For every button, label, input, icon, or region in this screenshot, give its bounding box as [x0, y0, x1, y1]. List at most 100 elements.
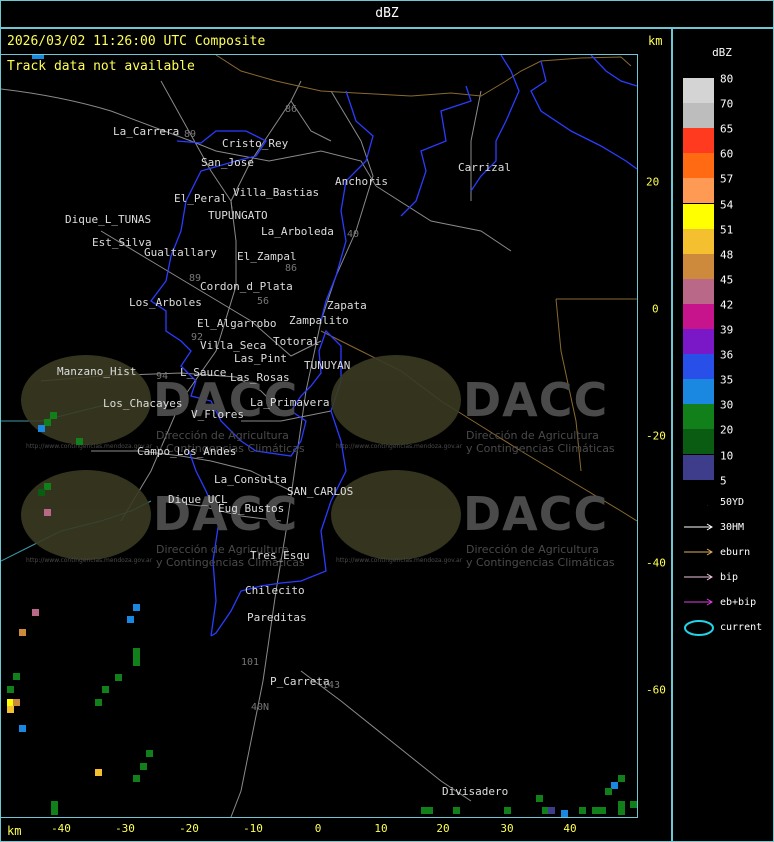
x-tick-label: 0 [314, 822, 322, 835]
radar-echo-cell [76, 438, 83, 445]
legend-swatch [683, 354, 714, 380]
legend-level-label: 60 [720, 147, 734, 161]
radar-echo-cell [32, 609, 39, 616]
town-label: TUPUNGATO [208, 209, 268, 222]
town-label: Totoral [273, 335, 320, 348]
watermark-url: http://www.contingencias.mendoza.gov.ar [336, 443, 463, 450]
y-tick-label: 0 [652, 302, 659, 316]
route-number: 40N [251, 702, 270, 713]
watermark-brand: DACC [463, 373, 609, 427]
radar-echo-cell [7, 686, 14, 693]
route-number: 101 [241, 657, 260, 668]
track-label: eburn [720, 547, 751, 558]
town-label: Gualtallary [144, 246, 217, 259]
town-label: Cordon_d_Plata [200, 280, 293, 293]
x-tick-label: -20 [179, 822, 199, 835]
legend-level-label: 35 [720, 373, 734, 387]
radar-echo-cell [44, 483, 51, 490]
town-label: Los_Arboles [129, 296, 202, 309]
y-tick-label: 20 [646, 175, 660, 189]
town-label: Las_Rosas [230, 371, 290, 384]
radar-echo-cell [102, 686, 109, 693]
current-ellipse-icon [684, 619, 716, 640]
radar-echo-cell [19, 725, 26, 732]
town-label: Divisadero [442, 785, 509, 798]
legend-swatch [683, 479, 714, 505]
y-tick-label: -20 [646, 429, 666, 443]
x-tick-label: -10 [243, 822, 263, 835]
town-label: SAN_CARLOS [287, 485, 354, 498]
legend-level-label: 5 [720, 474, 727, 488]
product-title: dBZ [375, 6, 399, 21]
y-tick-label: -60 [646, 683, 666, 697]
track-arrow-icon [684, 598, 714, 609]
legend-swatch [683, 228, 714, 254]
town-label: El_Algarrobo [197, 317, 277, 330]
watermark-line1: Dirección de Agricultura [466, 429, 599, 442]
track-arrow-icon [684, 573, 714, 584]
town-label: Zampalito [289, 314, 349, 327]
town-label: L_Sauce [180, 366, 227, 379]
legend-level-label: 70 [720, 97, 734, 111]
town-label: La_Primavera [250, 396, 330, 409]
town-label: Villa_Seca [200, 339, 267, 352]
town-label: Villa_Bastias [233, 186, 320, 199]
radar-echo-cell [32, 55, 44, 59]
legend-swatch [683, 203, 714, 229]
radar-echo-cell [133, 604, 140, 611]
route-number: 86 [285, 263, 298, 274]
legend-level-label: 65 [720, 122, 734, 136]
legend-swatch [683, 429, 714, 455]
town-label: TUNUYAN [304, 359, 351, 372]
radar-echo-cell [133, 648, 140, 666]
legend-swatch [683, 404, 714, 430]
radar-echo-cell [146, 750, 153, 757]
radar-echo-cell [50, 412, 57, 419]
x-axis-unit: km [7, 824, 22, 838]
radar-echo-cell [95, 769, 102, 776]
watermark-url: http://www.contingencias.mendoza.gov.ar [26, 557, 153, 564]
legend-swatch [683, 454, 714, 480]
legend-level-label: 42 [720, 298, 734, 312]
x-tick-label: 40 [563, 822, 577, 835]
route-number: 56 [257, 296, 270, 307]
x-tick-label: 10 [374, 822, 388, 835]
y-tick-label: -40 [646, 556, 666, 570]
town-label: La_Arboleda [261, 225, 334, 238]
legend-level-label: 20 [720, 423, 734, 437]
town-label: Zapata [327, 299, 367, 312]
radar-echo-cell [115, 674, 122, 681]
town-label: Campo_Los_Andes [137, 445, 237, 458]
radar-echo-cell [536, 795, 543, 802]
town-label: V_Flores [191, 408, 244, 421]
legend-swatch [683, 78, 714, 103]
town-label: Dique_L_TUNAS [65, 213, 152, 226]
route-number: 89 [184, 129, 197, 140]
radar-echo-cell [13, 673, 20, 680]
town-label: Carrizal [458, 161, 511, 174]
legend-level-label: 10 [720, 449, 734, 462]
radar-echo-cell [618, 801, 625, 815]
legend-swatch [683, 153, 714, 179]
watermark-url: http://www.contingencias.mendoza.gov.ar [336, 557, 463, 564]
route-number: 94 [156, 371, 169, 382]
watermark-line1: Dirección de Agricultura [156, 429, 289, 442]
radar-echo-cell [51, 801, 58, 815]
town-label: Anchoris [335, 175, 388, 188]
town-label: El_Zampal [237, 250, 297, 263]
legend-level-label: 54 [720, 198, 734, 211]
town-label: Est_Silva [92, 236, 152, 249]
radar-echo-cell [548, 807, 555, 814]
radar-echo-cell [13, 699, 20, 706]
town-label: Tres_Esqu [250, 549, 310, 562]
town-label: Las_Pint [234, 352, 287, 365]
radar-echo-cell [44, 419, 51, 426]
legend-swatch [683, 178, 714, 204]
radar-map[interactable]: DACC Dirección de Agricultura y Continge… [0, 54, 638, 818]
town-label: P_Carreta [270, 675, 330, 688]
track-label: 30HM [720, 522, 745, 533]
radar-echo-cell [618, 775, 625, 782]
legend-level-label: 80 [720, 72, 734, 86]
x-tick-label: -40 [51, 822, 71, 835]
radar-echo-cell [38, 425, 45, 432]
